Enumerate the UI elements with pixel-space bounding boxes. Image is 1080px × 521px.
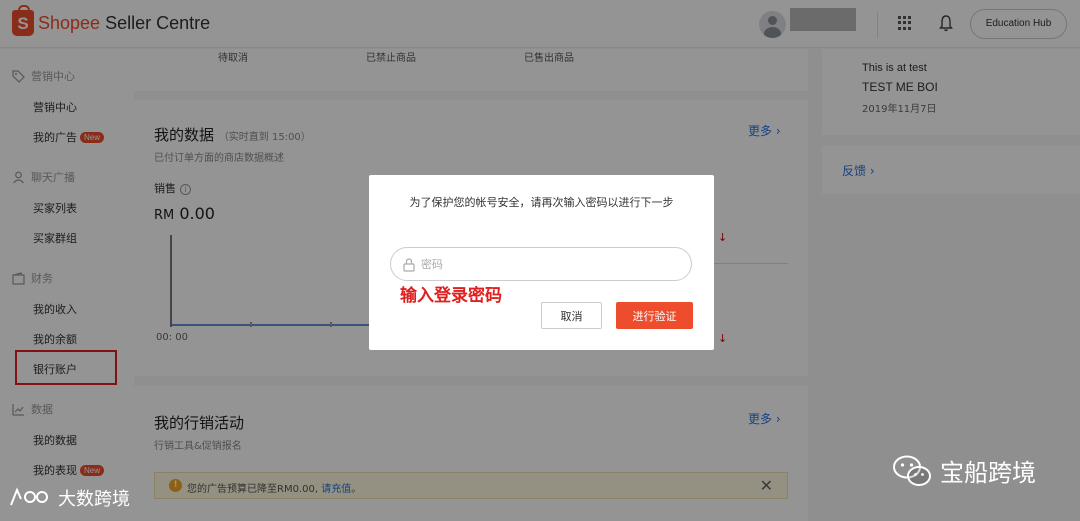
lock-icon	[403, 258, 415, 272]
wechat-icon	[893, 455, 931, 486]
watermark-logo-icon	[10, 487, 48, 506]
annotation-enter-password: 输入登录密码	[400, 286, 502, 306]
watermark-text: 宝船跨境	[940, 459, 1036, 487]
watermark-right: 宝船跨境	[892, 453, 1036, 488]
password-verify-dialog: 为了保护您的帐号安全，请再次输入密码以进行下一步 输入登录密码 取消 进行验证	[369, 175, 714, 350]
watermark-left: 大数跨境	[8, 485, 130, 511]
cancel-button[interactable]: 取消	[541, 302, 602, 329]
password-input[interactable]	[421, 254, 681, 274]
dialog-message: 为了保护您的帐号安全，请再次输入密码以进行下一步	[409, 196, 674, 209]
watermark-text: 大数跨境	[58, 489, 130, 510]
password-field[interactable]	[390, 247, 692, 281]
verify-button[interactable]: 进行验证	[616, 302, 693, 329]
